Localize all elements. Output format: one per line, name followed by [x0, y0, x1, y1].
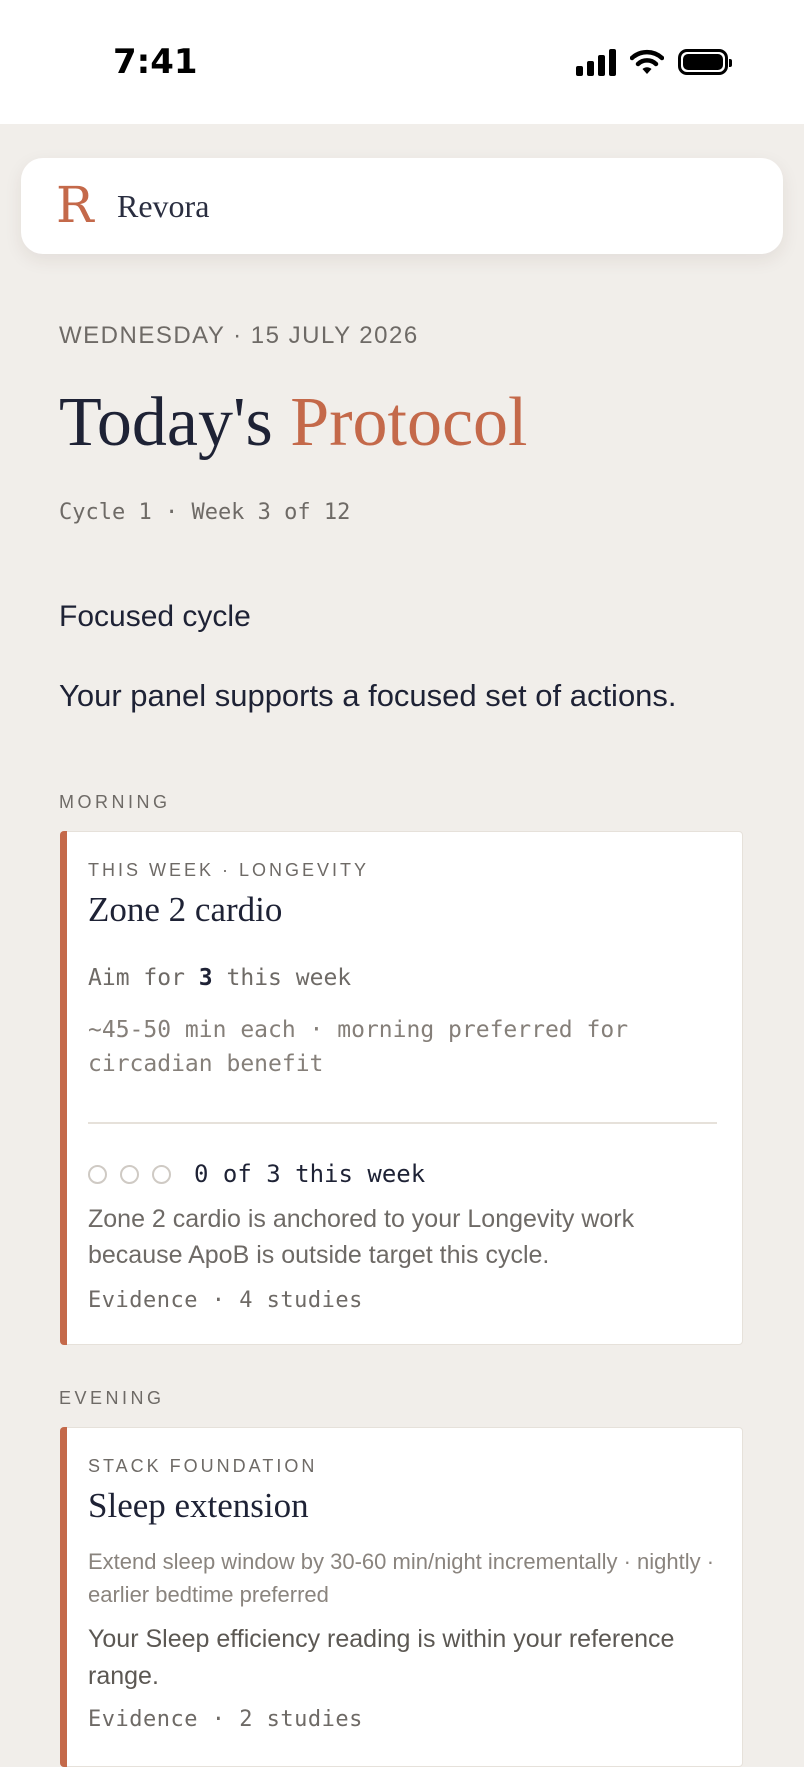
status-bar: 7:41	[0, 0, 804, 124]
card-accent-bar	[60, 831, 67, 1345]
card-body: Zone 2 cardio is anchored to your Longev…	[88, 1205, 635, 1269]
evidence-link[interactable]: Evidence · 2 studies	[88, 1707, 363, 1732]
focus-description: Your panel supports a focused set of act…	[59, 678, 677, 713]
card-detail: Extend sleep window by 30-60 min/night i…	[88, 1549, 715, 1607]
card-title: Zone 2 cardio	[88, 890, 283, 929]
progress-circle-icon[interactable]	[88, 1164, 107, 1184]
progress-circle-icon[interactable]	[152, 1164, 171, 1184]
protocol-card-zone2[interactable]: THIS WEEK · LONGEVITY Zone 2 cardio Aim …	[60, 831, 743, 1345]
date-line: WEDNESDAY · 15 JULY 2026	[59, 322, 419, 349]
progress-row: 0 of 3 this week	[88, 1160, 425, 1188]
progress-circle-icon[interactable]	[120, 1164, 139, 1184]
card-title: Sleep extension	[88, 1486, 309, 1525]
page-title-main: Today's	[59, 384, 273, 461]
card-detail: ~45-50 min each · morning preferred for …	[88, 1017, 629, 1077]
signal-icon	[576, 48, 616, 76]
status-icons	[576, 48, 732, 76]
card-eyebrow: THIS WEEK · LONGEVITY	[88, 860, 370, 880]
aim-prefix: Aim for	[88, 965, 185, 991]
cycle-indicator: Cycle 1 · Week 3 of 12	[59, 500, 351, 525]
protocol-card-sleep[interactable]: STACK FOUNDATION Sleep extension Extend …	[60, 1427, 743, 1767]
progress-text: 0 of 3 this week	[194, 1160, 426, 1188]
battery-icon	[678, 49, 732, 75]
card-accent-bar	[60, 1427, 67, 1767]
card-divider	[88, 1122, 717, 1124]
status-time: 7:41	[113, 42, 198, 82]
page-title: Today's Protocol	[59, 378, 528, 468]
card-body: Your Sleep efficiency reading is within …	[88, 1625, 675, 1690]
aim-count: 3	[198, 965, 213, 991]
focus-heading: Focused cycle	[59, 600, 251, 633]
page-title-accent: Protocol	[290, 384, 528, 461]
section-label-morning: MORNING	[59, 792, 171, 812]
brand-header: R Revora	[21, 158, 783, 254]
card-aim: Aim for 3 this week	[88, 965, 351, 991]
evidence-link[interactable]: Evidence · 4 studies	[88, 1288, 363, 1313]
aim-suffix: this week	[226, 965, 352, 991]
section-label-evening: EVENING	[59, 1388, 165, 1408]
brand-logo[interactable]: R	[56, 180, 94, 230]
card-eyebrow: STACK FOUNDATION	[88, 1456, 318, 1476]
wifi-icon	[630, 49, 664, 74]
brand-name: Revora	[117, 188, 210, 224]
